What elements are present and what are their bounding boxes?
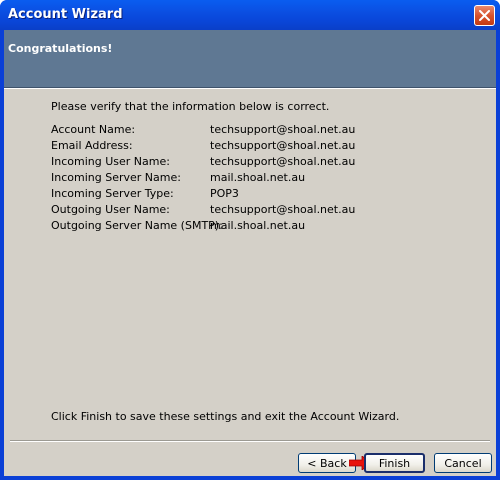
dialog-client-area: Congratulations! Please verify that the … [4, 30, 496, 476]
intro-text: Please verify that the information below… [51, 100, 330, 113]
finish-button[interactable]: Finish [364, 453, 425, 473]
button-divider [10, 440, 490, 442]
cancel-button[interactable]: Cancel [434, 453, 492, 473]
close-icon [479, 10, 490, 21]
email-address-value: techsupport@shoal.net.au [210, 139, 356, 152]
wizard-content: Please verify that the information below… [4, 89, 496, 442]
account-wizard-window: Account Wizard Congratulations! Please v… [0, 0, 500, 480]
outgoing-server-name-value: mail.shoal.net.au [210, 219, 306, 232]
finish-instruction-text: Click Finish to save these settings and … [51, 410, 400, 423]
incoming-server-type-label: Incoming Server Type: [51, 187, 174, 200]
incoming-user-name-label: Incoming User Name: [51, 155, 170, 168]
incoming-server-type-value: POP3 [210, 187, 239, 200]
account-name-value: techsupport@shoal.net.au [210, 123, 356, 136]
email-address-label: Email Address: [51, 139, 133, 152]
banner-title: Congratulations! [8, 42, 113, 55]
wizard-banner: Congratulations! [4, 30, 496, 88]
account-name-label: Account Name: [51, 123, 136, 136]
back-button[interactable]: < Back [298, 453, 356, 473]
title-bar[interactable]: Account Wizard [0, 0, 500, 30]
window-title: Account Wizard [8, 7, 123, 22]
incoming-server-name-label: Incoming Server Name: [51, 171, 181, 184]
outgoing-user-name-label: Outgoing User Name: [51, 203, 170, 216]
outgoing-user-name-value: techsupport@shoal.net.au [210, 203, 356, 216]
incoming-server-name-value: mail.shoal.net.au [210, 171, 306, 184]
close-button[interactable] [474, 5, 495, 26]
outgoing-server-name-label: Outgoing Server Name (SMTP): [51, 219, 223, 232]
incoming-user-name-value: techsupport@shoal.net.au [210, 155, 356, 168]
